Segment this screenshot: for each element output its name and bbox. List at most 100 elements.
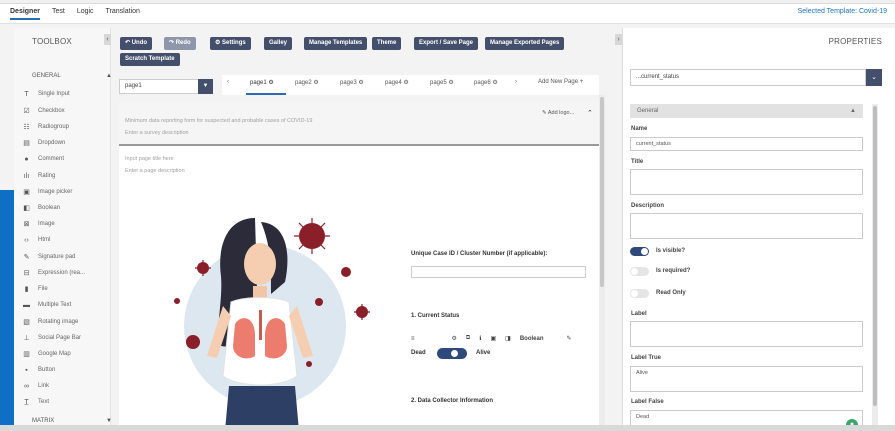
label-true-textarea[interactable]: Alive — [630, 366, 863, 392]
tool-text[interactable]: T̲ Text — [22, 397, 49, 407]
survey-description-placeholder[interactable]: Enter a survey description — [125, 130, 189, 136]
is-required-label: Is required? — [656, 268, 691, 274]
is-visible-toggle[interactable] — [630, 247, 649, 256]
toggle-knob — [641, 248, 648, 255]
tool-html[interactable]: ‹› Html — [22, 235, 50, 245]
scratch-template-button[interactable]: Scratch Template — [120, 53, 180, 66]
toolbox-title: TOOLBOX — [32, 37, 72, 46]
canvas-scrollbar-thumb[interactable] — [600, 97, 604, 287]
survey-description[interactable]: Minimum data reporting form for suspecte… — [125, 118, 312, 124]
horizontal-scrollbar[interactable] — [0, 425, 895, 431]
redo-button[interactable]: ↷ Redo — [164, 37, 196, 50]
tool-image[interactable]: ⊠ Image — [22, 219, 55, 229]
toolbox-matrix-header[interactable]: MATRIX ▼ — [32, 418, 112, 424]
manage-exported-button[interactable]: Manage Exported Pages — [485, 37, 565, 50]
page-tab-5[interactable]: page5 ⚙ — [430, 79, 454, 86]
tool-multiple-text[interactable]: ▬ Multiple Text — [22, 300, 71, 310]
chevron-down-icon[interactable]: ⌄ — [866, 69, 882, 86]
name-input[interactable]: current_status — [630, 137, 863, 151]
add-new-page-button[interactable]: Add New Page + — [538, 79, 583, 85]
toolbox-general-header[interactable]: GENERAL ▲ — [32, 73, 112, 79]
title-textarea[interactable] — [630, 169, 863, 195]
gear-icon[interactable]: ⚙ — [358, 80, 363, 86]
undo-button[interactable]: ↶ Undo — [120, 37, 153, 50]
page-description-placeholder[interactable]: Enter a page description — [125, 168, 185, 174]
page-tab-2[interactable]: page2 ⚙ — [295, 79, 319, 86]
object-selector[interactable]: ...current_status — [630, 69, 866, 86]
question-type-label[interactable]: Boolean — [520, 336, 544, 342]
general-section-header[interactable]: General ▲ — [630, 104, 863, 118]
question-case-id-title[interactable]: Unique Case ID / Cluster Number (if appl… — [411, 251, 547, 257]
collapse-up-icon[interactable]: ⌃ — [587, 109, 593, 117]
pencil-icon[interactable]: ✎ — [567, 335, 572, 342]
page-prev-icon[interactable]: ‹ — [227, 79, 229, 85]
add-logo-button[interactable]: ✎ Add logo... — [542, 110, 574, 116]
is-required-toggle[interactable] — [630, 267, 649, 276]
duplicate-icon[interactable]: ▣ — [490, 335, 496, 342]
page-next-icon[interactable]: › — [515, 79, 517, 85]
tool-single-input[interactable]: T Single Input — [22, 89, 69, 99]
tool-comment[interactable]: ● Comment — [22, 154, 64, 164]
tool-image-picker[interactable]: ▣ Image picker — [22, 187, 72, 197]
current-status-toggle[interactable] — [437, 348, 467, 359]
tool-button[interactable]: ▪ Button — [22, 365, 55, 375]
boolean-false-label: Dead — [411, 350, 426, 356]
rules-icon[interactable]: ℹ — [479, 335, 481, 342]
undo-icon: ↶ — [125, 40, 132, 46]
tool-expression[interactable]: ⊟ Expression (rea... — [22, 268, 85, 278]
tab-designer[interactable]: Designer — [10, 8, 40, 20]
page-tab-4[interactable]: page4 ⚙ — [385, 79, 409, 86]
tool-file[interactable]: ▮ File — [22, 284, 48, 294]
tool-social-page-bar[interactable]: ⊥ Social Page Bar — [22, 333, 81, 343]
question-current-status-title[interactable]: 1. Current Status — [411, 313, 459, 319]
settings-button[interactable]: ⚙ Settings — [210, 37, 251, 50]
toolbox-collapse-button[interactable]: ‹ — [104, 34, 111, 45]
text-input-icon: T — [24, 90, 29, 98]
manage-templates-button[interactable]: Manage Templates — [304, 37, 368, 50]
description-textarea[interactable] — [630, 213, 863, 239]
tool-radiogroup[interactable]: ☷ Radiogroup — [22, 122, 69, 132]
read-only-toggle[interactable] — [630, 289, 649, 298]
galley-button[interactable]: Galley — [264, 37, 293, 50]
map-icon: ▥ — [23, 351, 30, 358]
gear-icon[interactable]: ⚙ — [403, 80, 408, 86]
question-data-collector-title[interactable]: 2. Data Collector Information — [411, 398, 493, 404]
theme-button[interactable]: Theme — [372, 37, 402, 50]
logic-icon[interactable]: ◨ — [505, 335, 511, 342]
gear-icon[interactable]: ⚙ — [313, 80, 318, 86]
tool-rotating-image[interactable]: ▧ Rotating image — [22, 317, 78, 327]
label-textarea[interactable] — [630, 321, 863, 347]
properties-scrollbar[interactable] — [872, 104, 878, 428]
tool-dropdown[interactable]: ▤ Dropdown — [22, 138, 65, 148]
canvas-scrollbar[interactable] — [599, 95, 605, 431]
page-tab-6[interactable]: page6 ⚙ — [474, 79, 498, 86]
tool-rating[interactable]: ılı Rating — [22, 171, 56, 181]
settings-icon[interactable]: ⚙ — [452, 335, 457, 342]
tab-test[interactable]: Test — [52, 8, 65, 20]
copy-icon[interactable]: ⧉ — [466, 335, 470, 342]
properties-scrollbar-thumb[interactable] — [873, 106, 877, 406]
radiogroup-icon: ☷ — [23, 124, 30, 131]
gear-icon[interactable]: ⚙ — [268, 80, 273, 86]
gear-icon[interactable]: ⚙ — [448, 80, 453, 86]
tool-google-map[interactable]: ▥ Google Map — [22, 349, 71, 359]
top-strip — [0, 0, 895, 4]
gear-icon[interactable]: ⚙ — [492, 80, 497, 86]
properties-collapse-button[interactable]: › — [615, 34, 622, 45]
page-select[interactable]: page1 ▼ — [119, 79, 213, 94]
tab-logic[interactable]: Logic — [77, 8, 94, 20]
tool-signature-pad[interactable]: ✎ Signature pad — [22, 252, 76, 262]
page-title-placeholder[interactable]: Input page title here — [125, 156, 174, 162]
page-tab-3[interactable]: page3 ⚙ — [340, 79, 364, 86]
chevron-down-icon: ▼ — [106, 418, 112, 424]
drag-handle-icon[interactable]: ≡ — [411, 336, 415, 342]
case-id-input[interactable] — [411, 266, 586, 278]
page-tab-1[interactable]: page1 ⚙ — [250, 79, 274, 86]
description-label: Description — [631, 203, 665, 209]
file-icon: ▮ — [24, 286, 29, 293]
export-save-button[interactable]: Export / Save Page — [414, 37, 479, 50]
tool-link[interactable]: ∞ Link — [22, 381, 49, 391]
tab-translation[interactable]: Translation — [106, 8, 140, 20]
tool-boolean[interactable]: ◧ Boolean — [22, 203, 60, 213]
tool-checkbox[interactable]: ☑ Checkbox — [22, 106, 64, 116]
